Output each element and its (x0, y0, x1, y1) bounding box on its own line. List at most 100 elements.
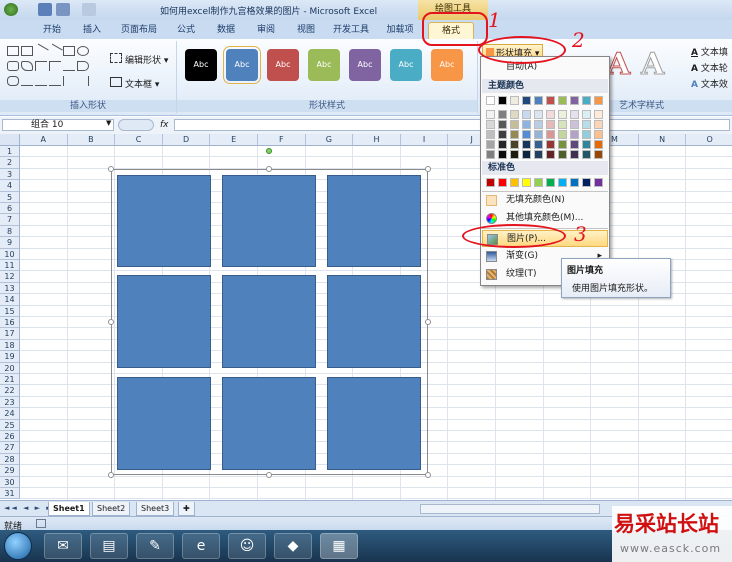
grid-shape-7[interactable] (117, 377, 211, 470)
elbow-connector-icon[interactable] (35, 61, 47, 71)
theme-color-swatch[interactable] (498, 120, 507, 129)
theme-color-swatch[interactable] (594, 150, 603, 159)
row-header[interactable]: 11 (0, 260, 20, 272)
theme-color-swatch[interactable] (534, 140, 543, 149)
theme-color-swatch[interactable] (546, 110, 555, 119)
theme-color-swatch[interactable] (510, 96, 519, 105)
arrow-down-shape-icon[interactable] (77, 61, 89, 71)
tab-review[interactable]: 审阅 (248, 22, 284, 38)
theme-color-swatch[interactable] (522, 130, 531, 139)
text-fill-button[interactable]: A 文本填 (691, 45, 728, 58)
theme-color-swatch[interactable] (498, 110, 507, 119)
triangle-shape-icon[interactable] (21, 61, 33, 71)
theme-color-swatch[interactable] (546, 150, 555, 159)
theme-color-swatch[interactable] (558, 120, 567, 129)
taskbar-excel-icon[interactable]: ▦ (320, 533, 358, 559)
column-header[interactable]: F (258, 134, 306, 146)
chevron-down-icon[interactable]: ▼ (106, 119, 111, 127)
standard-color-swatch[interactable] (510, 178, 519, 187)
shape-style-thumb[interactable]: Abc (431, 49, 463, 81)
sheet-tab-3[interactable]: Sheet3 (136, 502, 175, 516)
elbow-connector-icon[interactable] (49, 61, 61, 71)
formula-input[interactable] (174, 119, 730, 131)
redo-icon[interactable] (82, 3, 96, 16)
freeform-shape-icon[interactable] (49, 76, 61, 86)
row-header[interactable]: 15 (0, 305, 20, 317)
grid-shape-4[interactable] (117, 275, 211, 368)
theme-color-swatch[interactable] (522, 150, 531, 159)
theme-color-swatch[interactable] (546, 96, 555, 105)
theme-color-swatch[interactable] (510, 150, 519, 159)
row-header[interactable]: 7 (0, 214, 20, 226)
theme-color-swatch[interactable] (558, 130, 567, 139)
standard-color-swatch[interactable] (582, 178, 591, 187)
theme-color-swatch[interactable] (594, 120, 603, 129)
rotate-handle[interactable] (266, 148, 272, 154)
theme-color-swatch[interactable] (510, 110, 519, 119)
row-header[interactable]: 6 (0, 203, 20, 215)
theme-color-swatch[interactable] (498, 130, 507, 139)
row-header[interactable]: 17 (0, 328, 20, 340)
theme-color-swatch[interactable] (546, 140, 555, 149)
text-outline-button[interactable]: A 文本轮 (691, 61, 728, 74)
theme-color-swatch[interactable] (498, 140, 507, 149)
standard-color-swatch[interactable] (534, 178, 543, 187)
column-header[interactable]: G (305, 134, 354, 146)
standard-color-swatch[interactable] (558, 178, 567, 187)
column-header[interactable]: I (400, 134, 449, 146)
taskbar-outlook-icon[interactable]: ✉ (44, 533, 82, 559)
taskbar-paint-icon[interactable]: ✎ (136, 533, 174, 559)
column-header[interactable]: O (686, 134, 732, 146)
row-header[interactable]: 14 (0, 294, 20, 306)
shapes-gallery[interactable] (6, 43, 98, 90)
theme-color-swatch[interactable] (570, 120, 579, 129)
shape-style-thumb[interactable]: Abc (223, 46, 261, 84)
select-all-corner[interactable] (0, 134, 20, 146)
row-header[interactable]: 31 (0, 488, 20, 500)
rect-shape-icon[interactable] (7, 46, 19, 56)
theme-color-swatch[interactable] (570, 130, 579, 139)
theme-color-swatch[interactable] (582, 110, 591, 119)
theme-color-swatch[interactable] (570, 96, 579, 105)
brace-shape-icon[interactable] (77, 76, 89, 86)
rounded-rect-shape-icon[interactable] (7, 61, 19, 71)
taskbar-folder-icon[interactable]: ▤ (90, 533, 128, 559)
theme-color-swatch[interactable] (498, 150, 507, 159)
column-header[interactable]: C (115, 134, 163, 146)
column-header[interactable]: A (20, 134, 68, 146)
rect-shape-icon[interactable] (63, 46, 75, 56)
theme-color-swatch[interactable] (498, 96, 507, 105)
standard-color-swatch[interactable] (522, 178, 531, 187)
office-button-icon[interactable] (4, 3, 18, 16)
brace-shape-icon[interactable] (63, 76, 75, 86)
theme-color-swatch[interactable] (486, 130, 495, 139)
rect-shape-icon[interactable] (21, 46, 33, 56)
column-header[interactable]: D (162, 134, 211, 146)
text-effect-button[interactable]: A 文本效 (691, 77, 728, 90)
resize-handle-w[interactable] (108, 319, 114, 325)
theme-color-swatch[interactable] (534, 110, 543, 119)
theme-color-swatch[interactable] (534, 130, 543, 139)
tab-page-layout[interactable]: 页面布局 (114, 22, 164, 38)
column-header[interactable]: B (67, 134, 116, 146)
row-header[interactable]: 29 (0, 465, 20, 477)
theme-color-swatch[interactable] (582, 120, 591, 129)
horizontal-scrollbar[interactable] (420, 504, 600, 514)
taskbar-app-icon[interactable]: ◆ (274, 533, 312, 559)
row-header[interactable]: 2 (0, 157, 20, 169)
shape-style-thumb[interactable]: Abc (185, 49, 217, 81)
standard-color-swatch[interactable] (594, 178, 603, 187)
theme-color-swatch[interactable] (534, 96, 543, 105)
grid-shape-5[interactable] (222, 275, 316, 368)
theme-color-swatch[interactable] (522, 96, 531, 105)
theme-color-swatch[interactable] (558, 150, 567, 159)
fx-icon[interactable]: fx (160, 120, 169, 130)
macro-record-icon[interactable] (36, 519, 46, 528)
theme-color-swatch[interactable] (582, 130, 591, 139)
resize-handle-s[interactable] (266, 472, 272, 478)
formula-zoom-toggle[interactable] (118, 119, 154, 131)
theme-color-swatch[interactable] (510, 140, 519, 149)
theme-color-swatch[interactable] (582, 140, 591, 149)
tab-insert[interactable]: 插入 (74, 22, 110, 38)
shape-style-thumb[interactable]: Abc (267, 49, 299, 81)
